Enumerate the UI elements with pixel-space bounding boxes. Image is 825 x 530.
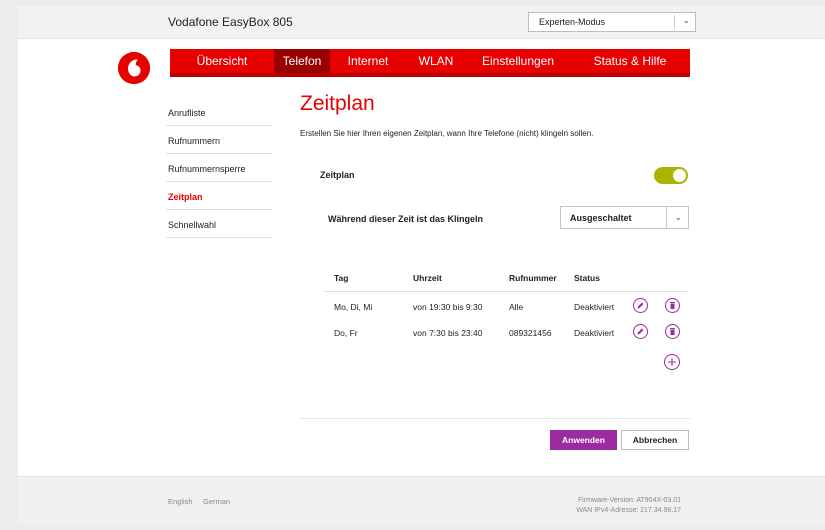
- toggle-knob: [673, 169, 686, 182]
- nav-tab-einstellungen[interactable]: Einstellungen: [466, 49, 570, 73]
- schedule-toggle-label: Zeitplan: [320, 170, 355, 180]
- ringing-select[interactable]: Ausgeschaltet ⌄: [560, 206, 689, 229]
- apply-button[interactable]: Anwenden: [550, 430, 617, 450]
- cell-tag: Mo, Di, Mi: [334, 302, 373, 312]
- cell-status: Deaktiviert: [574, 302, 615, 312]
- ringing-select-value: Ausgeschaltet: [570, 213, 632, 223]
- column-header-tag: Tag: [334, 273, 349, 283]
- language-link-english[interactable]: English: [168, 497, 193, 506]
- chevron-down-icon: ⌄: [682, 15, 690, 25]
- page-title: Zeitplan: [300, 92, 375, 115]
- table-header-divider: [324, 291, 688, 292]
- nav-tab-telefon[interactable]: Telefon: [274, 49, 330, 73]
- chevron-down-icon: ⌄: [674, 212, 682, 222]
- app-title: Vodafone EasyBox 805: [168, 15, 293, 29]
- add-icon[interactable]: [664, 354, 680, 370]
- sidebar-item-anrufliste[interactable]: Anrufliste: [166, 98, 272, 126]
- column-header-uhrzeit: Uhrzeit: [413, 273, 442, 283]
- firmware-version: Firmware-Version: AT904X-03.01: [578, 497, 681, 504]
- content-divider: [300, 418, 690, 419]
- cancel-button[interactable]: Abbrechen: [621, 430, 689, 450]
- router-page: Vodafone EasyBox 805 Experten-Modus ⌄ Üb…: [18, 6, 825, 525]
- schedule-toggle[interactable]: [654, 167, 688, 184]
- main-navigation: Übersicht Telefon Internet WLAN Einstell…: [170, 49, 690, 77]
- cell-rufnummer: 089321456: [509, 328, 552, 338]
- ringing-label: Während dieser Zeit ist das Klingeln: [328, 214, 484, 224]
- delete-icon[interactable]: [665, 324, 680, 339]
- mode-select-divider: [674, 15, 675, 29]
- edit-icon[interactable]: [633, 324, 648, 339]
- nav-tab-uebersicht[interactable]: Übersicht: [170, 49, 274, 73]
- sidebar-item-rufnummern[interactable]: Rufnummern: [166, 126, 272, 154]
- wan-address: WAN IPv4-Adresse: 217.34.98.17: [576, 507, 681, 514]
- nav-tab-internet[interactable]: Internet: [330, 49, 406, 73]
- column-header-status: Status: [574, 273, 600, 283]
- sidebar: Anrufliste Rufnummern Rufnummernsperre Z…: [166, 98, 272, 238]
- sidebar-item-rufnummernsperre[interactable]: Rufnummernsperre: [166, 154, 272, 182]
- vodafone-logo-icon[interactable]: [118, 52, 150, 84]
- cell-status: Deaktiviert: [574, 328, 615, 338]
- nav-tab-wlan[interactable]: WLAN: [406, 49, 466, 73]
- page-description: Erstellen Sie hier Ihren eigenen Zeitpla…: [300, 129, 594, 138]
- nav-tab-status-hilfe[interactable]: Status & Hilfe: [570, 49, 690, 73]
- cell-uhrzeit: von 7:30 bis 23:40: [413, 328, 483, 338]
- mode-select[interactable]: Experten-Modus ⌄: [528, 12, 696, 32]
- sidebar-item-zeitplan[interactable]: Zeitplan: [166, 182, 272, 210]
- column-header-rufnummer: Rufnummer: [509, 273, 557, 283]
- language-link-german[interactable]: German: [203, 497, 230, 506]
- ringing-select-divider: [666, 207, 667, 228]
- cell-tag: Do, Fr: [334, 328, 358, 338]
- cell-rufnummer: Alle: [509, 302, 524, 312]
- top-bar: Vodafone EasyBox 805 Experten-Modus ⌄: [18, 6, 825, 39]
- edit-icon[interactable]: [633, 298, 648, 313]
- sidebar-item-schnellwahl[interactable]: Schnellwahl: [166, 210, 272, 238]
- footer: English German Firmware-Version: AT904X-…: [18, 476, 825, 525]
- cell-uhrzeit: von 19:30 bis 9:30: [413, 302, 483, 312]
- mode-select-value: Experten-Modus: [539, 17, 606, 27]
- delete-icon[interactable]: [665, 298, 680, 313]
